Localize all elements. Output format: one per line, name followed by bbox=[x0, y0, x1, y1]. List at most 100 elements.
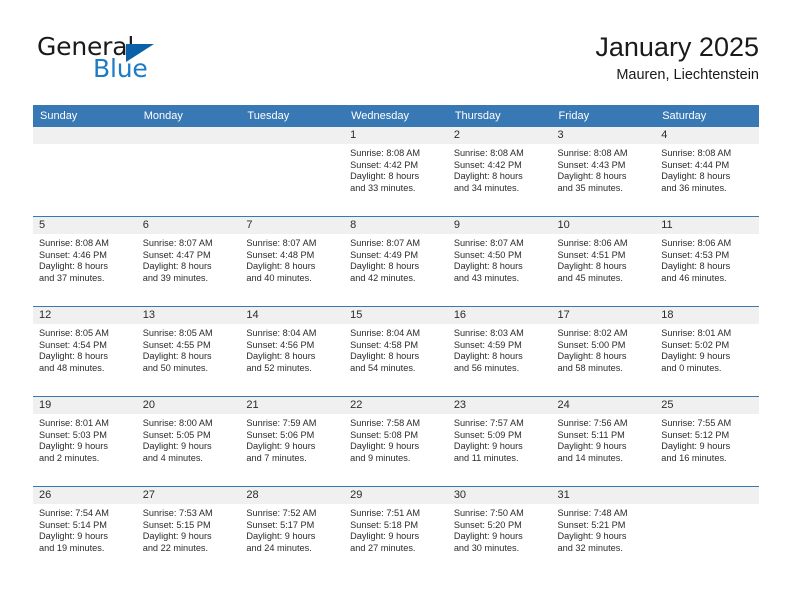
day-detail-sunrise: Sunrise: 8:08 AM bbox=[661, 148, 732, 158]
calendar-day-cell: 20 Sunrise: 8:00 AM Sunset: 5:05 PM Dayligh… bbox=[136, 397, 241, 486]
day-detail-daylight1: Daylight: 9 hours bbox=[661, 441, 731, 452]
day-details: Sunrise: 8:06 AM Sunset: 4:53 PM Daylight:… bbox=[655, 234, 759, 285]
day-detail-sunset: Sunset: 4:53 PM bbox=[661, 249, 730, 260]
day-detail-daylight1: Daylight: 8 hours bbox=[350, 351, 420, 362]
day-detail-daylight2: and 30 minutes. bbox=[453, 543, 520, 554]
day-details: Sunrise: 8:01 AM Sunset: 5:03 PM Daylight:… bbox=[33, 414, 137, 465]
calendar-cell[interactable]: 20 Sunrise: 8:00 AM Sunset: 5:05 PM Dayligh… bbox=[136, 396, 241, 487]
calendar-cell[interactable]: 10 Sunrise: 8:06 AM Sunset: 4:51 PM Dayligh… bbox=[551, 216, 656, 307]
calendar-day-cell: 7 Sunrise: 8:07 AM Sunset: 4:48 PM Daylight… bbox=[240, 217, 345, 306]
calendar-cell[interactable] bbox=[240, 127, 345, 217]
calendar-cell[interactable]: 23 Sunrise: 7:57 AM Sunset: 5:09 PM Dayligh… bbox=[447, 396, 552, 487]
calendar-day-cell: 17 Sunrise: 8:02 AM Sunset: 5:00 PM Dayligh… bbox=[551, 307, 656, 396]
day-detail-daylight2: and 9 minutes. bbox=[350, 453, 411, 464]
calendar-cell[interactable]: 28 Sunrise: 7:52 AM Sunset: 5:17 PM Dayligh… bbox=[240, 486, 345, 576]
calendar-cell[interactable]: 15 Sunrise: 8:04 AM Sunset: 4:58 PM Dayligh… bbox=[344, 306, 448, 397]
calendar-day-cell: 25 Sunrise: 7:55 AM Sunset: 5:12 PM Dayligh… bbox=[655, 397, 759, 486]
day-details: Sunrise: 7:50 AM Sunset: 5:20 PM Daylight:… bbox=[448, 504, 552, 555]
calendar-cell[interactable] bbox=[655, 486, 759, 576]
calendar-day-cell: 9 Sunrise: 8:07 AM Sunset: 4:50 PM Daylight… bbox=[447, 217, 552, 306]
calendar-day-cell: 19 Sunrise: 8:01 AM Sunset: 5:03 PM Dayligh… bbox=[33, 397, 137, 486]
day-detail-sunset: Sunset: 4:48 PM bbox=[246, 249, 315, 260]
day-detail-sunset: Sunset: 5:05 PM bbox=[142, 429, 211, 440]
calendar-cell[interactable]: 16 Sunrise: 8:03 AM Sunset: 4:59 PM Dayligh… bbox=[447, 306, 552, 397]
day-detail-sunset: Sunset: 5:15 PM bbox=[142, 519, 211, 530]
day-detail-daylight1: Daylight: 8 hours bbox=[350, 261, 420, 272]
calendar-cell[interactable]: 19 Sunrise: 8:01 AM Sunset: 5:03 PM Dayligh… bbox=[33, 396, 137, 487]
day-detail-sunset: Sunset: 5:08 PM bbox=[350, 429, 419, 440]
day-detail-sunrise: Sunrise: 8:08 AM bbox=[350, 148, 421, 158]
day-number: 17 bbox=[551, 307, 656, 324]
day-detail-daylight2: and 56 minutes. bbox=[453, 363, 520, 374]
calendar-cell[interactable]: 4 Sunrise: 8:08 AM Sunset: 4:44 PM Daylight… bbox=[655, 127, 759, 217]
day-detail-daylight1: Daylight: 8 hours bbox=[39, 261, 108, 272]
calendar-cell[interactable]: 25 Sunrise: 7:55 AM Sunset: 5:12 PM Dayligh… bbox=[655, 396, 759, 487]
day-number: 23 bbox=[447, 397, 552, 414]
calendar-day-cell: 26 Sunrise: 7:54 AM Sunset: 5:14 PM Dayligh… bbox=[33, 487, 137, 576]
calendar-cell[interactable]: 2 Sunrise: 8:08 AM Sunset: 4:42 PM Daylight… bbox=[447, 127, 552, 217]
calendar-cell[interactable]: 5 Sunrise: 8:08 AM Sunset: 4:46 PM Daylight… bbox=[33, 216, 137, 307]
day-detail-sunset: Sunset: 4:56 PM bbox=[246, 339, 315, 350]
day-detail-daylight2: and 16 minutes. bbox=[661, 453, 727, 464]
day-detail-sunset: Sunset: 4:59 PM bbox=[453, 339, 522, 350]
day-details: Sunrise: 7:55 AM Sunset: 5:12 PM Daylight:… bbox=[655, 414, 759, 465]
day-detail-sunrise: Sunrise: 8:01 AM bbox=[39, 418, 109, 428]
day-number: 24 bbox=[551, 397, 656, 414]
calendar-cell[interactable]: 29 Sunrise: 7:51 AM Sunset: 5:18 PM Dayligh… bbox=[344, 486, 448, 576]
calendar-cell[interactable]: 8 Sunrise: 8:07 AM Sunset: 4:49 PM Daylight… bbox=[344, 216, 448, 307]
calendar-cell[interactable]: 6 Sunrise: 8:07 AM Sunset: 4:47 PM Daylight… bbox=[136, 216, 241, 307]
calendar-cell[interactable]: 17 Sunrise: 8:02 AM Sunset: 5:00 PM Dayligh… bbox=[551, 306, 656, 397]
calendar-cell[interactable]: 13 Sunrise: 8:05 AM Sunset: 4:55 PM Dayligh… bbox=[136, 306, 241, 397]
day-detail-sunset: Sunset: 4:43 PM bbox=[557, 159, 626, 170]
day-detail-sunrise: Sunrise: 7:59 AM bbox=[246, 418, 317, 428]
calendar-day-cell: 24 Sunrise: 7:56 AM Sunset: 5:11 PM Dayligh… bbox=[551, 397, 656, 486]
day-number: 18 bbox=[655, 307, 759, 324]
day-detail-sunset: Sunset: 4:55 PM bbox=[142, 339, 211, 350]
day-number: 6 bbox=[136, 217, 241, 234]
calendar-cell[interactable]: 3 Sunrise: 8:08 AM Sunset: 4:43 PM Daylight… bbox=[551, 127, 656, 217]
day-detail-daylight1: Daylight: 9 hours bbox=[350, 531, 420, 542]
day-detail-sunrise: Sunrise: 7:54 AM bbox=[39, 508, 109, 518]
calendar-day-cell: 14 Sunrise: 8:04 AM Sunset: 4:56 PM Dayligh… bbox=[240, 307, 345, 396]
calendar-cell[interactable]: 12 Sunrise: 8:05 AM Sunset: 4:54 PM Dayligh… bbox=[33, 306, 137, 397]
calendar-cell[interactable]: 31 Sunrise: 7:48 AM Sunset: 5:21 PM Dayligh… bbox=[551, 486, 656, 576]
calendar-week-row: 1 Sunrise: 8:08 AM Sunset: 4:42 PM Daylight… bbox=[33, 127, 759, 217]
calendar-cell[interactable]: 1 Sunrise: 8:08 AM Sunset: 4:42 PM Daylight… bbox=[344, 127, 448, 217]
day-detail-sunset: Sunset: 4:51 PM bbox=[557, 249, 626, 260]
day-details: Sunrise: 8:02 AM Sunset: 5:00 PM Daylight:… bbox=[552, 324, 656, 375]
day-detail-daylight2: and 58 minutes. bbox=[557, 363, 623, 374]
day-detail-daylight2: and 32 minutes. bbox=[557, 543, 623, 554]
calendar-cell[interactable] bbox=[136, 127, 241, 217]
calendar-day-cell: 21 Sunrise: 7:59 AM Sunset: 5:06 PM Dayligh… bbox=[240, 397, 345, 486]
calendar-day-cell: 29 Sunrise: 7:51 AM Sunset: 5:18 PM Dayligh… bbox=[344, 487, 448, 576]
calendar-cell[interactable]: 22 Sunrise: 7:58 AM Sunset: 5:08 PM Dayligh… bbox=[344, 396, 448, 487]
page-subtitle: Mauren, Liechtenstein bbox=[616, 67, 759, 83]
day-number: 3 bbox=[551, 127, 656, 144]
brand-logo[interactable]: General Blue bbox=[33, 32, 273, 92]
day-number: 12 bbox=[33, 307, 137, 324]
calendar-cell[interactable]: 11 Sunrise: 8:06 AM Sunset: 4:53 PM Dayligh… bbox=[655, 216, 759, 307]
calendar-cell[interactable]: 14 Sunrise: 8:04 AM Sunset: 4:56 PM Dayligh… bbox=[240, 306, 345, 397]
calendar-day-cell: 2 Sunrise: 8:08 AM Sunset: 4:42 PM Daylight… bbox=[447, 127, 552, 216]
day-number: 19 bbox=[33, 397, 137, 414]
calendar-cell[interactable]: 9 Sunrise: 8:07 AM Sunset: 4:50 PM Daylight… bbox=[447, 216, 552, 307]
day-detail-daylight2: and 11 minutes. bbox=[453, 453, 519, 464]
calendar-day-cell: 16 Sunrise: 8:03 AM Sunset: 4:59 PM Dayligh… bbox=[447, 307, 552, 396]
calendar-cell[interactable]: 7 Sunrise: 8:07 AM Sunset: 4:48 PM Daylight… bbox=[240, 216, 345, 307]
calendar-day-cell: 3 Sunrise: 8:08 AM Sunset: 4:43 PM Daylight… bbox=[551, 127, 656, 216]
day-details: Sunrise: 7:52 AM Sunset: 5:17 PM Daylight:… bbox=[240, 504, 344, 555]
day-detail-sunset: Sunset: 5:11 PM bbox=[557, 429, 625, 440]
calendar-cell[interactable]: 27 Sunrise: 7:53 AM Sunset: 5:15 PM Dayligh… bbox=[136, 486, 241, 576]
calendar-cell[interactable]: 26 Sunrise: 7:54 AM Sunset: 5:14 PM Dayligh… bbox=[33, 486, 137, 576]
calendar-cell[interactable]: 30 Sunrise: 7:50 AM Sunset: 5:20 PM Dayligh… bbox=[447, 486, 552, 576]
calendar-cell[interactable]: 18 Sunrise: 8:01 AM Sunset: 5:02 PM Dayligh… bbox=[655, 306, 759, 397]
calendar-cell-empty bbox=[655, 487, 759, 576]
calendar-cell[interactable]: 21 Sunrise: 7:59 AM Sunset: 5:06 PM Dayligh… bbox=[240, 396, 345, 487]
day-detail-daylight2: and 50 minutes. bbox=[142, 363, 209, 374]
calendar-cell[interactable]: 24 Sunrise: 7:56 AM Sunset: 5:11 PM Dayligh… bbox=[551, 396, 656, 487]
day-detail-sunrise: Sunrise: 8:06 AM bbox=[661, 238, 732, 248]
day-detail-daylight2: and 4 minutes. bbox=[142, 453, 203, 464]
calendar-cell[interactable] bbox=[33, 127, 137, 217]
day-detail-sunrise: Sunrise: 8:06 AM bbox=[557, 238, 628, 248]
day-detail-sunrise: Sunrise: 8:04 AM bbox=[246, 328, 317, 338]
